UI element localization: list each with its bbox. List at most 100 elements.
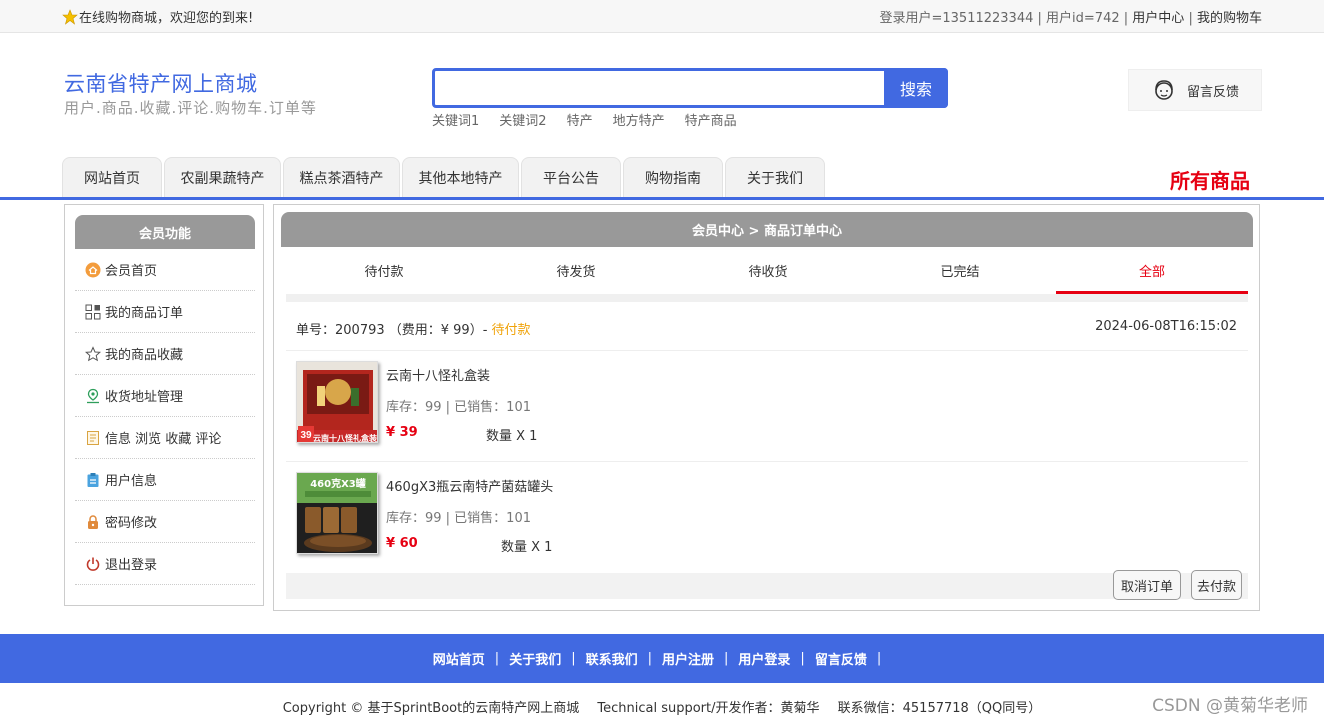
tab-completed[interactable]: 已完结 bbox=[864, 257, 1056, 294]
footer-link-login[interactable]: 用户登录 bbox=[738, 649, 790, 668]
clipboard-icon bbox=[85, 472, 101, 488]
product-banner-text: 云南十八怪礼盒装 bbox=[313, 433, 377, 443]
divider: | bbox=[1123, 11, 1129, 26]
product-thumbnail[interactable]: 460克X3罐 bbox=[296, 472, 378, 554]
pay-button[interactable]: 去付款 bbox=[1191, 570, 1242, 600]
product-thumbnail[interactable]: 39 云南十八怪礼盒装 bbox=[296, 361, 378, 443]
nav-tab-about[interactable]: 关于我们 bbox=[725, 157, 825, 197]
sidebar-item-address[interactable]: 收货地址管理 bbox=[75, 375, 255, 417]
divider: | bbox=[724, 651, 729, 666]
sidebar-menu: 会员首页 我的商品订单 我的商品收藏 收货地址管理 信息 浏览 收藏 评论 用户… bbox=[75, 249, 255, 585]
tab-all[interactable]: 全部 bbox=[1056, 257, 1248, 294]
sidebar-item-label: 我的商品订单 bbox=[105, 306, 184, 321]
hotword-link[interactable]: 关键词2 bbox=[499, 110, 546, 129]
product-quantity: 数量 X 1 bbox=[501, 540, 553, 555]
location-icon bbox=[85, 388, 101, 404]
contact-text: 联系微信：45157718（QQ同号） bbox=[837, 701, 1042, 716]
product-stock: 库存：99 | 已销售：101 bbox=[386, 400, 531, 415]
search-button[interactable]: 搜索 bbox=[884, 68, 948, 108]
divider: | bbox=[800, 651, 805, 666]
hotword-link[interactable]: 关键词1 bbox=[432, 110, 479, 129]
user-links: 登录用户=13511223344 | 用户id=742 | 用户中心 | 我的购… bbox=[880, 7, 1263, 26]
gift-box-image: 39 云南十八怪礼盒装 bbox=[297, 362, 377, 443]
nav-tab-guide[interactable]: 购物指南 bbox=[623, 157, 723, 197]
sidebar-item-member-home[interactable]: 会员首页 bbox=[75, 249, 255, 291]
login-user-text: 登录用户=13511223344 bbox=[879, 11, 1034, 26]
hot-keywords: 关键词1 关键词2 特产 地方特产 特产商品 bbox=[432, 110, 757, 129]
site-title[interactable]: 云南省特产网上商城 bbox=[64, 68, 258, 98]
footer-link-register[interactable]: 用户注册 bbox=[662, 649, 714, 668]
order-status-tabs: 待付款 待发货 待收货 已完结 全部 bbox=[288, 257, 1248, 294]
search-box: 搜索 bbox=[432, 68, 948, 108]
nav-tab-produce[interactable]: 农副果蔬特产 bbox=[164, 157, 281, 197]
product-price: ¥ 39 bbox=[386, 425, 418, 440]
footer-link-home[interactable]: 网站首页 bbox=[433, 649, 485, 668]
sidebar-item-label: 会员首页 bbox=[105, 264, 158, 279]
order-center-panel: 会员中心 > 商品订单中心 待付款 待发货 待收货 已完结 全部 单号：2007… bbox=[273, 204, 1260, 611]
nav-divider bbox=[0, 197, 1324, 200]
my-cart-link[interactable]: 我的购物车 bbox=[1197, 11, 1262, 26]
sidebar-item-label: 密码修改 bbox=[105, 516, 158, 531]
sidebar-item-favorites[interactable]: 我的商品收藏 bbox=[75, 333, 255, 375]
product-banner-text: 460克X3罐 bbox=[310, 477, 366, 490]
divider: | bbox=[1037, 11, 1042, 26]
power-icon bbox=[85, 556, 101, 572]
all-goods-link[interactable]: 所有商品 bbox=[1170, 165, 1250, 194]
price-badge: 39 bbox=[300, 430, 312, 441]
customer-service-icon bbox=[1155, 80, 1173, 100]
nav-tab-other[interactable]: 其他本地特产 bbox=[402, 157, 519, 197]
sidebar-item-label: 收货地址管理 bbox=[105, 390, 184, 405]
lock-icon bbox=[85, 514, 101, 530]
nav-tab-notice[interactable]: 平台公告 bbox=[521, 157, 621, 197]
divider: | bbox=[647, 651, 652, 666]
tab-pending-receipt[interactable]: 待收货 bbox=[672, 257, 864, 294]
sidebar-title: 会员功能 bbox=[75, 215, 255, 249]
feedback-button[interactable]: 留言反馈 bbox=[1128, 69, 1262, 111]
welcome-text: 在线购物商城，欢迎您的到来! bbox=[79, 11, 254, 26]
user-id-text: 用户id=742 bbox=[1046, 11, 1120, 26]
nav-tab-snacks[interactable]: 糕点茶酒特产 bbox=[283, 157, 400, 197]
tab-pending-shipment[interactable]: 待发货 bbox=[480, 257, 672, 294]
search-input[interactable] bbox=[435, 71, 887, 105]
sidebar-item-user-info[interactable]: 用户信息 bbox=[75, 459, 255, 501]
watermark: CSDN @黄菊华老师 bbox=[1152, 696, 1308, 716]
tabs-divider bbox=[286, 294, 1248, 302]
divider bbox=[286, 461, 1248, 462]
feedback-label: 留言反馈 bbox=[1187, 84, 1240, 100]
sidebar-item-orders[interactable]: 我的商品订单 bbox=[75, 291, 255, 333]
mushroom-jar-image: 460克X3罐 bbox=[297, 473, 377, 553]
sidebar-item-label: 信息 浏览 收藏 评论 bbox=[105, 432, 222, 447]
hotword-link[interactable]: 特产 bbox=[567, 110, 593, 129]
star-icon bbox=[62, 8, 78, 25]
grid-icon bbox=[85, 304, 101, 320]
product-name[interactable]: 460gX3瓶云南特产菌菇罐头 bbox=[386, 476, 553, 495]
top-bar: 在线购物商城，欢迎您的到来! 登录用户=13511223344 | 用户id=7… bbox=[0, 0, 1324, 33]
product-quantity: 数量 X 1 bbox=[486, 429, 538, 444]
sidebar-item-label: 退出登录 bbox=[105, 558, 158, 573]
divider: | bbox=[571, 651, 576, 666]
cancel-order-button[interactable]: 取消订单 bbox=[1113, 570, 1181, 600]
support-text: Technical support/开发作者：黄菊华 bbox=[597, 701, 820, 716]
order-number: 单号：200793 （费用：¥ 99）- 待付款 bbox=[296, 319, 531, 338]
sidebar-item-label: 我的商品收藏 bbox=[105, 348, 184, 363]
product-stock: 库存：99 | 已销售：101 bbox=[386, 511, 531, 526]
product-name[interactable]: 云南十八怪礼盒装 bbox=[386, 365, 490, 384]
footer-link-about[interactable]: 关于我们 bbox=[509, 649, 561, 668]
tab-pending-payment[interactable]: 待付款 bbox=[288, 257, 480, 294]
nav-tab-home[interactable]: 网站首页 bbox=[62, 157, 162, 197]
footer-link-feedback[interactable]: 留言反馈 bbox=[815, 649, 867, 668]
hotword-link[interactable]: 特产商品 bbox=[685, 110, 737, 129]
order-timestamp: 2024-06-08T16:15:02 bbox=[1095, 319, 1237, 334]
footer-link-contact[interactable]: 联系我们 bbox=[586, 649, 638, 668]
user-center-link[interactable]: 用户中心 bbox=[1132, 11, 1184, 26]
copyright-text: Copyright © 基于SprintBoot的云南特产网上商城 bbox=[282, 701, 580, 716]
order-item: 39 云南十八怪礼盒装 云南十八怪礼盒装 库存：99 | 已销售：101 ¥ 3… bbox=[296, 361, 1236, 447]
sidebar-item-history[interactable]: 信息 浏览 收藏 评论 bbox=[75, 417, 255, 459]
member-sidebar: 会员功能 会员首页 我的商品订单 我的商品收藏 收货地址管理 信息 浏览 收藏 … bbox=[64, 204, 264, 606]
sidebar-item-logout[interactable]: 退出登录 bbox=[75, 543, 255, 585]
welcome-message: 在线购物商城，欢迎您的到来! bbox=[62, 7, 253, 26]
hotword-link[interactable]: 地方特产 bbox=[613, 110, 665, 129]
divider: | bbox=[876, 651, 882, 666]
sidebar-item-password[interactable]: 密码修改 bbox=[75, 501, 255, 543]
footer-nav: 网站首页 | 关于我们 | 联系我们 | 用户注册 | 用户登录 | 留言反馈 | bbox=[0, 634, 1324, 683]
